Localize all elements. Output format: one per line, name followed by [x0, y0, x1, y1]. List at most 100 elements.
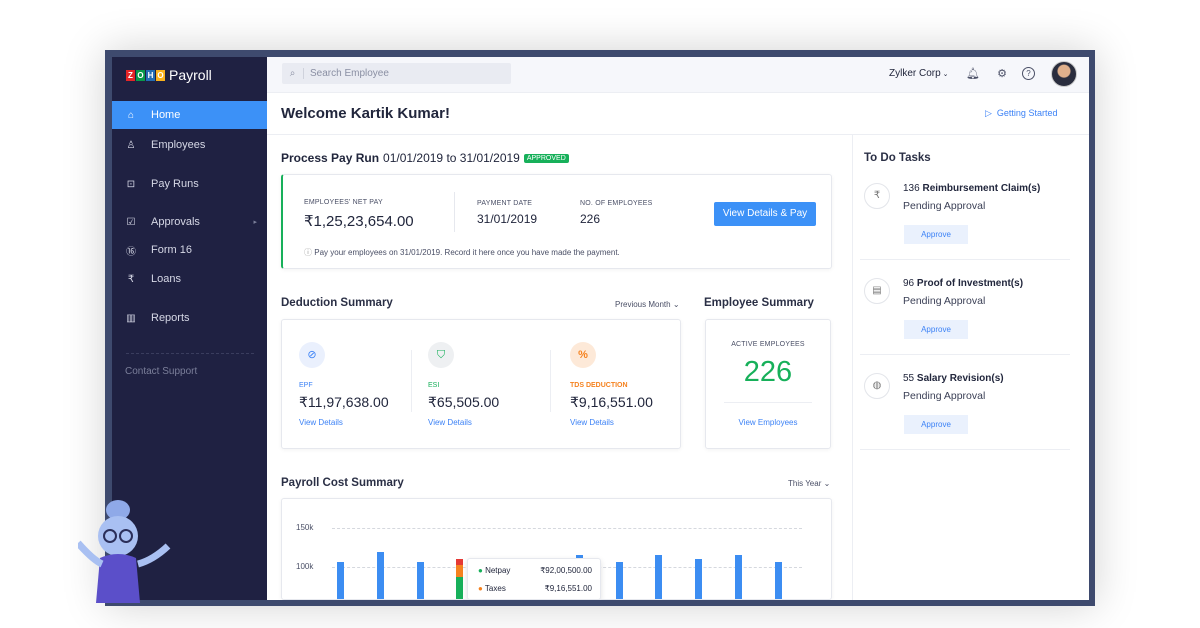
chevron-down-icon: ⌄ [823, 479, 831, 488]
sidebar-item-label: Form 16 [151, 244, 192, 256]
avatar[interactable] [1051, 61, 1077, 87]
sidebar-item-reports[interactable]: ▥ Reports [112, 304, 267, 332]
tooltip-row-netpay: ● Netpay ₹92,00,500.00 [478, 566, 592, 575]
esi-view-details-link[interactable]: View Details [428, 418, 472, 427]
logo: Z O H O Payroll [126, 67, 212, 83]
active-employees-label: ACTIVE EMPLOYEES [731, 341, 805, 348]
bar[interactable] [735, 554, 742, 599]
search-icon: ⌕ [282, 68, 304, 79]
tooltip-series: Taxes [484, 584, 506, 593]
info-icon: ⓘ [304, 248, 315, 257]
status-badge: APPROVED [523, 153, 569, 163]
bar-segment[interactable] [456, 559, 464, 566]
employee-summary-card: ACTIVE EMPLOYEES 226 View Employees [705, 319, 831, 449]
todo-task: ◍ 55 Salary Revision(s) Pending Approval Ap… [860, 373, 1070, 453]
gear-icon[interactable]: ⚙ [994, 66, 1010, 82]
tds-label: TDS DEDUCTION [570, 382, 628, 389]
home-icon: ⌂ [127, 109, 135, 121]
chevron-down-icon: ⌄ [672, 300, 680, 309]
bar[interactable] [337, 561, 344, 599]
user-icon: ♙ [126, 139, 136, 151]
approve-button[interactable]: Approve [904, 320, 968, 339]
bar[interactable] [774, 561, 782, 599]
task-title: 96 Proof of Investment(s) [903, 278, 1023, 289]
getting-started-link[interactable]: ▷ Getting Started [985, 108, 1057, 119]
view-employees-link[interactable]: View Employees [706, 418, 830, 427]
task-status: Pending Approval [903, 295, 986, 307]
app-name: Payroll [169, 67, 212, 83]
deduction-card: ⊘ EPF ₹11,97,638.00 View Details ⛉ ESI ₹… [281, 319, 681, 449]
divider [454, 192, 455, 232]
sidebar-item-label: Reports [151, 312, 190, 324]
pay-run-label: Process Pay Run [281, 151, 380, 165]
form16-icon: ⑯ [126, 246, 136, 258]
pay-runs-icon: ⊡ [126, 178, 136, 190]
header-divider [267, 134, 1089, 135]
tooltip-value: ₹9,16,551.00 [544, 584, 592, 593]
bar[interactable] [416, 561, 424, 599]
salary-icon: ◍ [864, 373, 890, 399]
approve-button[interactable]: Approve [904, 225, 968, 244]
view-details-pay-button[interactable]: View Details & Pay [714, 202, 816, 226]
epf-view-details-link[interactable]: View Details [299, 418, 343, 427]
sidebar-divider [126, 353, 254, 354]
employees-count-label: NO. OF EMPLOYEES [580, 200, 653, 207]
task-name: Salary Revision(s) [916, 373, 1004, 384]
divider [860, 259, 1070, 260]
contact-support-link[interactable]: Contact Support [125, 366, 197, 377]
bar[interactable] [376, 552, 384, 599]
epf-label: EPF [299, 382, 313, 389]
task-title: 136 Reimbursement Claim(s) [903, 183, 1040, 194]
sidebar-item-form16[interactable]: ⑯ Form 16 [112, 236, 267, 264]
divider [411, 350, 412, 412]
divider [550, 350, 551, 412]
payroll-period-dropdown[interactable]: This Year ⌄ [788, 479, 830, 488]
sidebar-item-pay-runs[interactable]: ⊡ Pay Runs [112, 170, 267, 198]
approve-button[interactable]: Approve [904, 415, 968, 434]
bar[interactable] [615, 561, 623, 599]
search-input[interactable]: ⌕ Search Employee [282, 63, 511, 84]
task-count: 96 [903, 278, 915, 289]
tds-view-details-link[interactable]: View Details [570, 418, 614, 427]
tooltip-value: ₹92,00,500.00 [540, 566, 592, 575]
chart-tooltip: ● Netpay ₹92,00,500.00 ● Taxes ₹9,16,551.0… [467, 558, 601, 599]
gridline [332, 528, 802, 529]
bar[interactable] [695, 559, 703, 599]
rupee-receipt-icon: ₹ [864, 183, 890, 209]
pay-run-period: 01/01/2019 to 31/01/2019 [383, 151, 520, 165]
top-bar: ⌕ Search Employee Zylker Corp ⌄ 🔔︎ ⚙ ? [267, 57, 1089, 93]
pay-note: ⓘ Pay your employees on 31/01/2019. Reco… [304, 247, 620, 258]
sidebar-item-employees[interactable]: ♙ Employees [112, 131, 267, 159]
pay-note-text: Pay your employees on 31/01/2019. Record… [314, 248, 620, 257]
percent-icon: % [570, 342, 596, 368]
payroll-cost-title: Payroll Cost Summary [281, 477, 404, 489]
pay-run-title: Process Pay Run 01/01/2019 to 31/01/2019… [281, 151, 569, 165]
sidebar-item-approvals[interactable]: ☑ Approvals ▸ [112, 208, 267, 236]
payroll-cost-chart: 150k 100k ● Netpay ₹92,00,500.00 ● Taxes ₹… [281, 498, 832, 600]
active-employees-count: 226 [743, 356, 793, 388]
tooltip-row-taxes: ● Taxes ₹9,16,551.00 [478, 584, 592, 593]
bar-segment[interactable] [456, 577, 464, 599]
logo-letter: H [146, 69, 155, 81]
reports-icon: ▥ [126, 312, 136, 324]
task-count: 55 [903, 373, 915, 384]
org-switcher[interactable]: Zylker Corp ⌄ [889, 68, 949, 79]
task-status: Pending Approval [903, 200, 986, 212]
sidebar-item-label: Home [151, 109, 181, 121]
logo-letter: Z [126, 69, 135, 81]
task-count: 136 [903, 183, 920, 194]
task-name: Reimbursement Claim(s) [922, 183, 1041, 194]
bell-icon[interactable]: 🔔︎ [965, 66, 981, 82]
deduction-period-dropdown[interactable]: Previous Month ⌄ [615, 300, 680, 309]
bar-segment[interactable] [456, 565, 464, 578]
sidebar-item-home[interactable]: ⌂ Home [112, 101, 267, 129]
help-icon[interactable]: ? [1022, 67, 1035, 80]
divider [860, 354, 1070, 355]
divider [860, 449, 1070, 450]
net-pay-value: ₹1,25,23,654.00 [304, 213, 414, 230]
shield-icon: ⛉ [428, 342, 454, 368]
sidebar-item-loans[interactable]: ₹ Loans [112, 265, 267, 293]
bar[interactable] [655, 554, 663, 599]
legend-dot: ● [478, 566, 486, 575]
column-divider [852, 135, 853, 600]
